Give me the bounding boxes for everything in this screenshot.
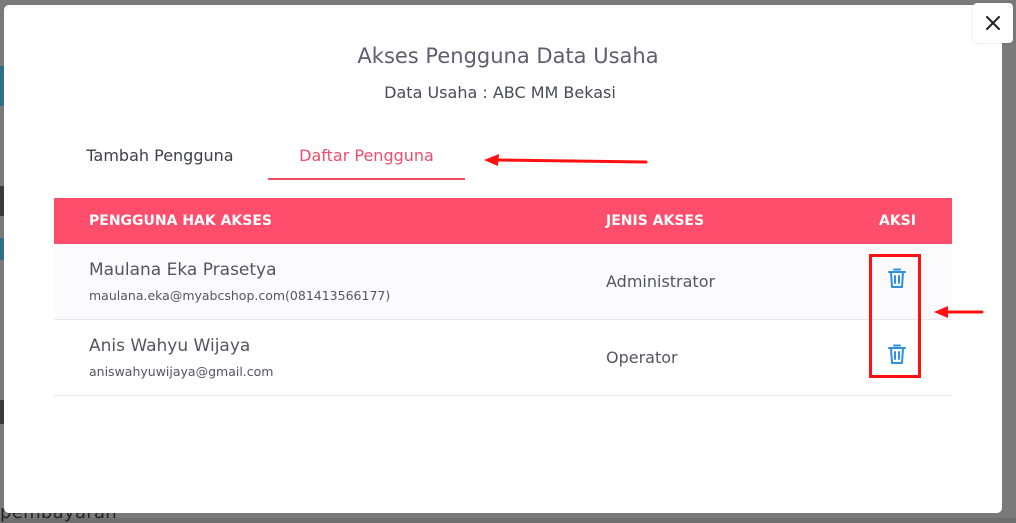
tab-user-list[interactable]: Daftar Pengguna — [268, 146, 465, 180]
column-header-access-type: JENIS AKSES — [606, 213, 705, 229]
column-header-action: AKSI — [879, 213, 916, 229]
annotation-arrow-tab — [484, 154, 648, 166]
user-name: Anis Wahyu Wijaya — [89, 336, 251, 356]
modal-title: Akses Pengguna Data Usaha — [357, 44, 659, 68]
modal-subtitle: Data Usaha : ABC MM Bekasi — [384, 83, 616, 102]
user-name: Maulana Eka Prasetya — [89, 260, 277, 280]
access-type: Administrator — [606, 272, 716, 291]
annotation-arrow-delete — [934, 306, 984, 318]
table-row: Maulana Eka Prasetya maulana.eka@myabcsh… — [54, 244, 952, 320]
user-email: maulana.eka@myabcshop.com(081413566177) — [89, 288, 391, 303]
access-type: Operator — [606, 348, 678, 367]
tab-add-user[interactable]: Tambah Pengguna — [62, 146, 258, 180]
annotation-highlight-box — [869, 254, 921, 378]
table-row: Anis Wahyu Wijaya aniswahyuwijaya@gmail.… — [54, 320, 952, 396]
user-email: aniswahyuwijaya@gmail.com — [89, 364, 274, 379]
user-table: PENGGUNA HAK AKSES JENIS AKSES AKSI Maul… — [54, 198, 952, 396]
column-header-user: PENGGUNA HAK AKSES — [89, 213, 273, 229]
close-button[interactable] — [973, 3, 1013, 43]
table-header: PENGGUNA HAK AKSES JENIS AKSES AKSI — [54, 198, 952, 244]
close-icon — [986, 16, 1000, 30]
